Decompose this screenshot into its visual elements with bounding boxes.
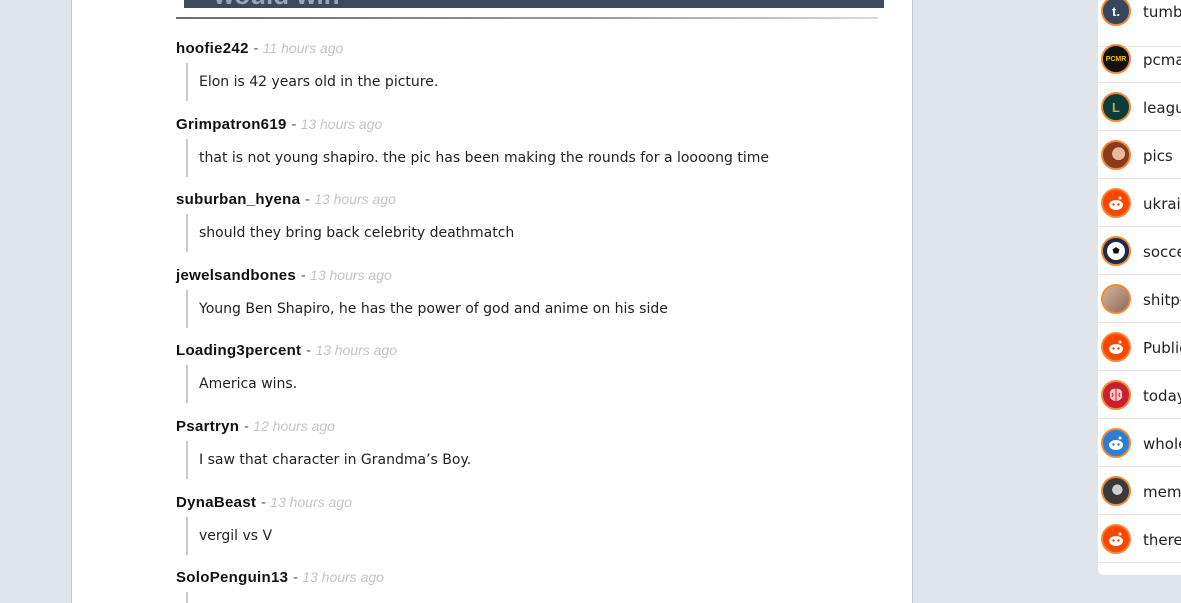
comment-header: Grimpatron619 - 13 hours ago <box>176 115 382 134</box>
sidebar-item-pics[interactable]: pics <box>1098 132 1181 179</box>
shitpost-avatar-icon <box>1101 284 1131 314</box>
sidebar-item-label: whole <box>1143 435 1181 453</box>
post-image[interactable]: would win <box>184 0 884 8</box>
soccer-ball-icon <box>1101 236 1131 266</box>
post-image-caption: would win <box>214 0 340 8</box>
comment-timestamp: 13 hours ago <box>300 116 383 132</box>
comment-body: Elon is 42 years old in the picture. <box>186 63 438 101</box>
sidebar-item-label: tumb <box>1143 3 1181 21</box>
sidebar-item-publicfreakout[interactable]: Public <box>1098 324 1181 371</box>
comment-body: vergil vs V <box>186 517 272 555</box>
comment-header: hoofie242 - 11 hours ago <box>176 39 343 58</box>
comment-timestamp: 13 hours ago <box>302 569 384 585</box>
comment-author[interactable]: Grimpatron619 <box>176 116 287 133</box>
comment-body <box>186 592 199 603</box>
sidebar-item-label: leagu <box>1143 99 1181 117</box>
sidebar-item-shitposting[interactable]: shitpo <box>1098 276 1181 323</box>
comment-body: should they bring back celebrity deathma… <box>186 214 514 252</box>
comment-timestamp: 13 hours ago <box>315 342 398 358</box>
comment-author[interactable]: Loading3percent <box>176 342 301 359</box>
sidebar-item-therewasanattempt[interactable]: there <box>1098 516 1181 563</box>
sidebar-item-todayilearned[interactable]: today <box>1098 372 1181 419</box>
league-of-legends-icon: L <box>1101 92 1131 122</box>
pcmr-icon: PCMR <box>1101 44 1131 74</box>
sidebar-item-leagueoflegends[interactable]: L leagu <box>1098 84 1181 131</box>
comment-timestamp: 11 hours ago <box>262 40 344 56</box>
reddit-alien-icon <box>1101 428 1131 458</box>
subreddit-sidebar: t. tumb PCMR pcma L leagu pics ukrai soc… <box>1098 0 1181 575</box>
comment-timestamp: 13 hours ago <box>270 494 352 510</box>
comment-header: Loading3percent - 13 hours ago <box>176 341 397 360</box>
reddit-alien-icon <box>1101 524 1131 554</box>
sidebar-item-label: pcma <box>1143 51 1181 69</box>
brain-icon <box>1101 380 1131 410</box>
sidebar-item-label: there <box>1143 531 1181 549</box>
sidebar-item-label: shitpo <box>1143 291 1181 309</box>
comment-author[interactable]: Psartryn <box>176 418 239 435</box>
post-panel: would win hoofie242 - 11 hours ago Elon … <box>71 0 913 603</box>
comment-separator: - <box>253 40 263 57</box>
sidebar-item-label: socce <box>1143 243 1181 261</box>
comment-timestamp: 12 hours ago <box>253 418 335 434</box>
comment-body: I saw that character in Grandma’s Boy. <box>186 441 471 479</box>
sidebar-item-label: today <box>1143 387 1181 405</box>
sidebar-item-label: ukrai <box>1143 195 1181 213</box>
comment-header: suburban_hyena - 13 hours ago <box>176 190 396 209</box>
comment-body: that is not young shapiro. the pic has b… <box>186 139 769 177</box>
comment-author[interactable]: hoofie242 <box>176 40 249 57</box>
comment-separator: - <box>261 494 271 511</box>
comment-separator: - <box>293 569 303 586</box>
sidebar-item-label: meme <box>1143 483 1181 501</box>
comment-timestamp: 13 hours ago <box>310 267 392 283</box>
comments-divider <box>176 17 878 19</box>
sidebar-item-ukraine[interactable]: ukrai <box>1098 180 1181 227</box>
sidebar-item-label: Public <box>1143 339 1181 357</box>
sidebar-item-label: pics <box>1143 147 1173 165</box>
sidebar-item-soccer[interactable]: socce <box>1098 228 1181 275</box>
pics-avatar-icon <box>1101 140 1131 170</box>
sidebar-item-memes[interactable]: meme <box>1098 468 1181 515</box>
reddit-alien-icon <box>1101 188 1131 218</box>
sidebar-item-wholesome[interactable]: whole <box>1098 420 1181 467</box>
comment-separator: - <box>306 342 316 359</box>
comment-separator: - <box>305 191 315 208</box>
comment-timestamp: 13 hours ago <box>314 191 396 207</box>
comment-body: Young Ben Shapiro, he has the power of g… <box>186 290 668 328</box>
comment-author[interactable]: jewelsandbones <box>176 267 296 284</box>
comment-header: DynaBeast - 13 hours ago <box>176 493 352 512</box>
comment-header: SoloPenguin13 - 13 hours ago <box>176 568 384 587</box>
sidebar-item-pcmasterrace[interactable]: PCMR pcma <box>1098 36 1181 83</box>
comment-separator: - <box>291 116 301 133</box>
comment-header: jewelsandbones - 13 hours ago <box>176 266 392 285</box>
tumblr-icon: t. <box>1101 0 1131 26</box>
meme-avatar-icon <box>1101 476 1131 506</box>
reddit-alien-icon <box>1101 332 1131 362</box>
comment-author[interactable]: suburban_hyena <box>176 191 300 208</box>
comment-author[interactable]: DynaBeast <box>176 494 256 511</box>
comment-body: America wins. <box>186 365 297 403</box>
comment-separator: - <box>244 418 254 435</box>
comment-separator: - <box>300 267 311 284</box>
comment-author[interactable]: SoloPenguin13 <box>176 569 288 586</box>
comment-header: Psartryn - 12 hours ago <box>176 417 335 436</box>
